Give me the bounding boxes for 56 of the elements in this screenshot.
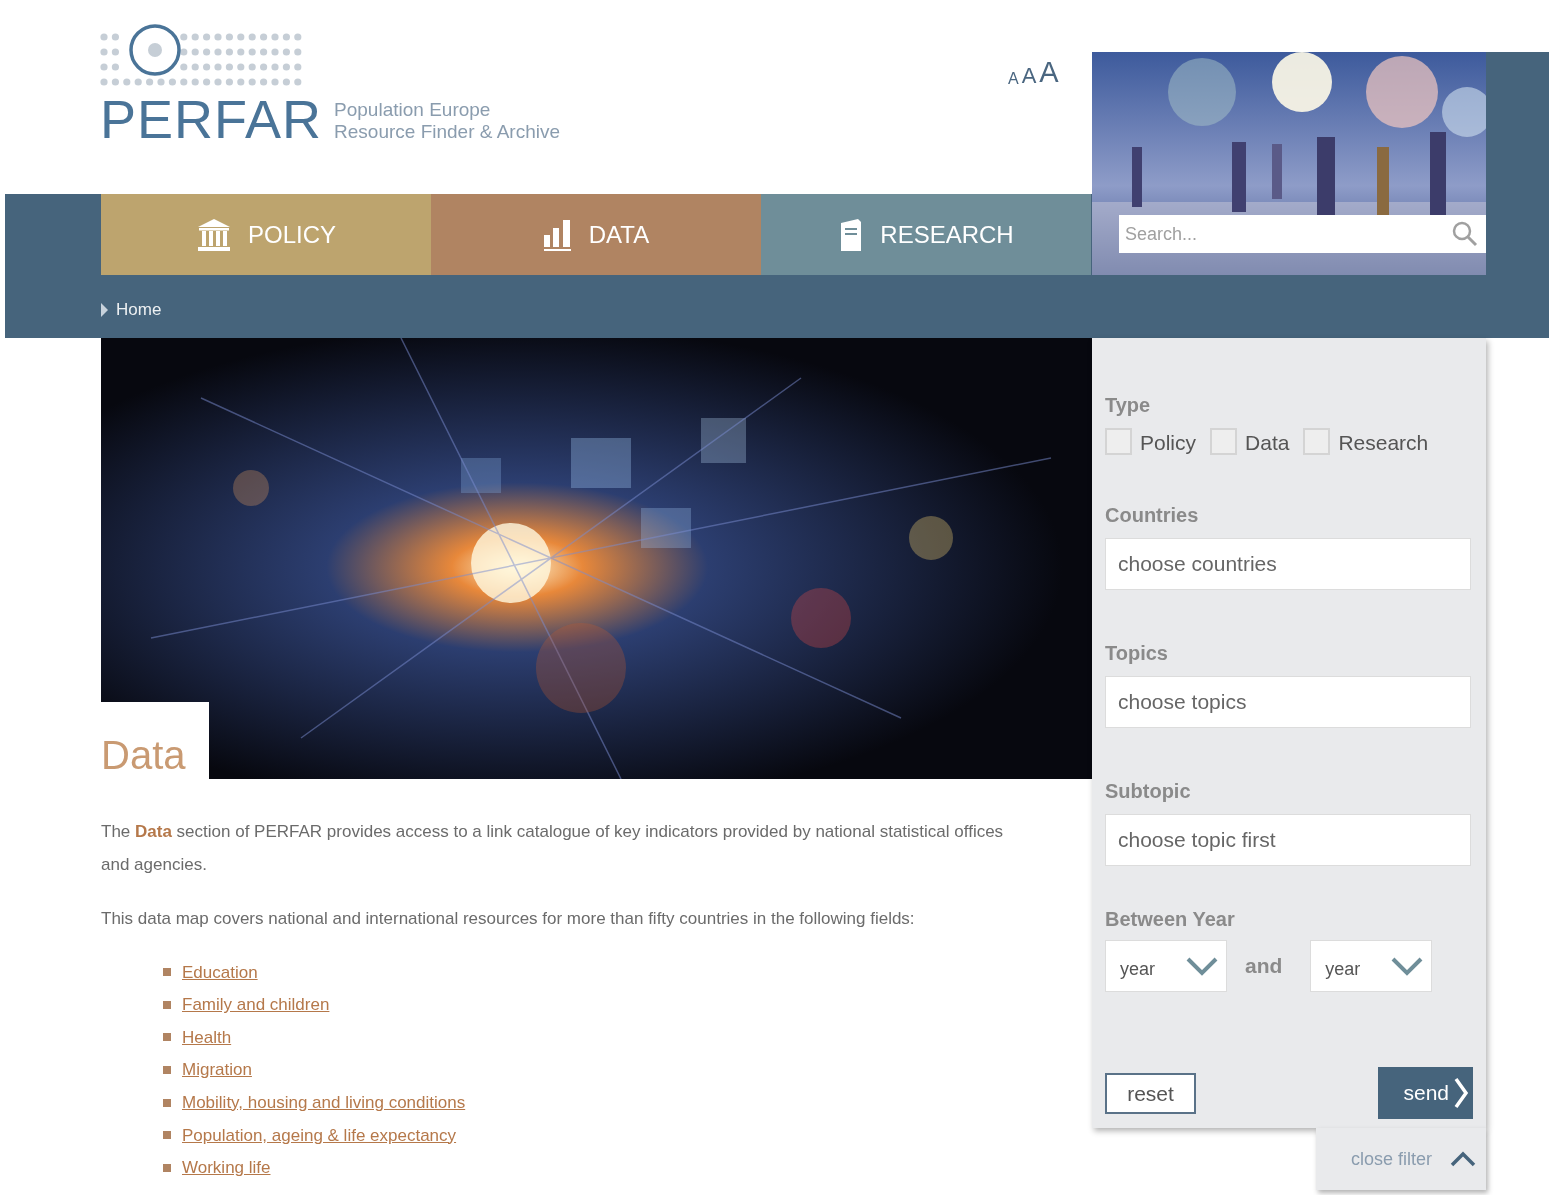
- field-link[interactable]: Health: [182, 1024, 232, 1051]
- page-title: Data: [101, 733, 186, 777]
- nav-tab[interactable]: RESEARCH: [761, 194, 1091, 275]
- chevron-up-icon: [1450, 1151, 1476, 1167]
- bar-chart-icon: [542, 217, 573, 252]
- bullet-icon: [163, 1098, 171, 1107]
- filter-label: Subtopic: [1105, 779, 1192, 804]
- bullet-icon: [163, 1033, 171, 1042]
- field-link[interactable]: Family and children: [182, 992, 330, 1018]
- field-link[interactable]: Working life: [182, 1155, 271, 1181]
- bullet-icon: [163, 1066, 171, 1075]
- checkbox-label: Data: [1245, 431, 1290, 455]
- filter-label: Countries: [1105, 503, 1200, 528]
- intro-paragraph: The Data section of PERFAR provides access to a link catalogue of key indicators provided by national statistical offices and agencies.: [101, 821, 1005, 876]
- bullet-icon: [163, 1131, 171, 1140]
- lead-paragraph: This data map covers national and international resources for more than fifty countries in the following fields:: [101, 908, 916, 930]
- field-link[interactable]: Population, ageing & life expectancy: [182, 1122, 457, 1148]
- field-link[interactable]: Education: [182, 959, 258, 986]
- filter-label: Type: [1105, 393, 1152, 418]
- year-dropdown[interactable]: year: [1310, 940, 1433, 992]
- select-field[interactable]: choose countries: [1105, 538, 1471, 590]
- filter-label: Topics: [1105, 641, 1169, 666]
- field-link[interactable]: Migration: [182, 1057, 252, 1083]
- checkbox[interactable]: [1105, 428, 1132, 455]
- year-dropdown[interactable]: year: [1105, 940, 1227, 992]
- text-size-button[interactable]: A: [1021, 65, 1037, 87]
- nav-tab[interactable]: DATA: [431, 194, 761, 275]
- reset-button[interactable]: reset: [1105, 1073, 1196, 1114]
- columns-building-icon: [196, 217, 232, 252]
- checkbox-label: Policy: [1140, 431, 1197, 455]
- bullet-icon: [163, 1000, 171, 1009]
- send-button[interactable]: send: [1378, 1067, 1473, 1119]
- logo-tagline: Population Europe: [334, 99, 492, 121]
- filter-label: Between Year: [1105, 907, 1236, 932]
- search-icon[interactable]: [1452, 221, 1478, 247]
- bullet-icon: [163, 968, 171, 977]
- chevron-down-icon: [1186, 956, 1218, 976]
- select-field[interactable]: choose topics: [1105, 676, 1471, 728]
- chevron-down-icon: [1391, 956, 1424, 976]
- checkbox-label: Research: [1338, 431, 1429, 455]
- search-field[interactable]: Search...: [1119, 215, 1486, 253]
- text-size-button[interactable]: A: [1039, 58, 1059, 87]
- caret-icon: [101, 302, 108, 317]
- checkbox[interactable]: [1210, 428, 1238, 455]
- chevron-right-icon: [1453, 1077, 1469, 1109]
- nav-tab[interactable]: POLICY: [101, 194, 431, 275]
- text-size-button[interactable]: A: [1008, 71, 1019, 87]
- select-field[interactable]: choose topic first: [1105, 814, 1471, 866]
- checkbox[interactable]: [1303, 428, 1331, 455]
- logo-wordmark[interactable]: PERFAR: [100, 94, 323, 144]
- logo-tagline: Resource Finder & Archive: [334, 121, 561, 143]
- breadcrumb-link[interactable]: Home: [116, 297, 162, 323]
- field-link[interactable]: Mobility, housing and living conditions: [182, 1089, 466, 1116]
- and-label: and: [1245, 953, 1283, 979]
- bullet-icon: [163, 1163, 171, 1172]
- close-filter-button[interactable]: close filter: [1316, 1128, 1486, 1190]
